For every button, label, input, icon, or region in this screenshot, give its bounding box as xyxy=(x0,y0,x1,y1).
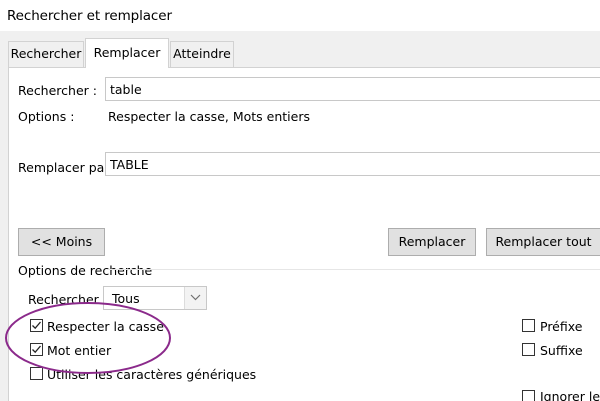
replace-input[interactable] xyxy=(105,152,600,176)
match-case-checkbox[interactable] xyxy=(30,319,43,332)
prefix-label[interactable]: Préfixe xyxy=(540,319,582,334)
find-replace-dialog: Rechercher et remplacer Rechercher Rempl… xyxy=(0,0,600,401)
wildcards-checkbox[interactable] xyxy=(30,367,43,380)
whole-word-label[interactable]: Mot entier xyxy=(47,343,111,358)
less-button[interactable]: << Moins xyxy=(18,228,105,256)
match-case-label[interactable]: Respecter la casse xyxy=(47,319,164,334)
tab-rechercher[interactable]: Rechercher xyxy=(8,41,84,67)
chevron-down-icon[interactable] xyxy=(184,287,206,309)
find-input[interactable] xyxy=(105,77,600,101)
search-options-divider xyxy=(107,269,600,270)
search-scope-label: Rechercher : xyxy=(28,292,107,307)
checkmark-icon xyxy=(32,321,41,330)
search-options-heading: Options de recherche xyxy=(18,263,153,278)
tab-atteindre[interactable]: Atteindre xyxy=(170,41,234,67)
prefix-checkbox[interactable] xyxy=(522,319,535,332)
checkmark-icon xyxy=(32,345,41,354)
options-label: Options : xyxy=(18,109,75,124)
window-title: Rechercher et remplacer xyxy=(7,8,172,24)
suffix-checkbox[interactable] xyxy=(522,343,535,356)
title-bar: Rechercher et remplacer xyxy=(0,0,600,31)
wildcards-label[interactable]: Utiliser les caractères génériques xyxy=(47,367,256,382)
suffix-label[interactable]: Suffixe xyxy=(540,343,583,358)
search-scope-value: Tous xyxy=(112,291,140,306)
ignore-punctuation-label[interactable]: Ignorer les p xyxy=(540,389,600,401)
replace-label: Remplacer par : xyxy=(18,160,118,175)
options-value: Respecter la casse, Mots entiers xyxy=(108,109,310,124)
replace-all-button[interactable]: Remplacer tout xyxy=(486,228,600,256)
replace-tab-panel: Rechercher : Options : Respecter la cass… xyxy=(8,67,600,401)
replace-button[interactable]: Remplacer xyxy=(388,228,476,256)
whole-word-checkbox[interactable] xyxy=(30,343,43,356)
tab-remplacer[interactable]: Remplacer xyxy=(85,38,169,68)
search-scope-select[interactable]: Tous xyxy=(103,286,207,310)
find-label: Rechercher : xyxy=(18,83,97,98)
ignore-punctuation-checkbox[interactable] xyxy=(522,390,535,401)
